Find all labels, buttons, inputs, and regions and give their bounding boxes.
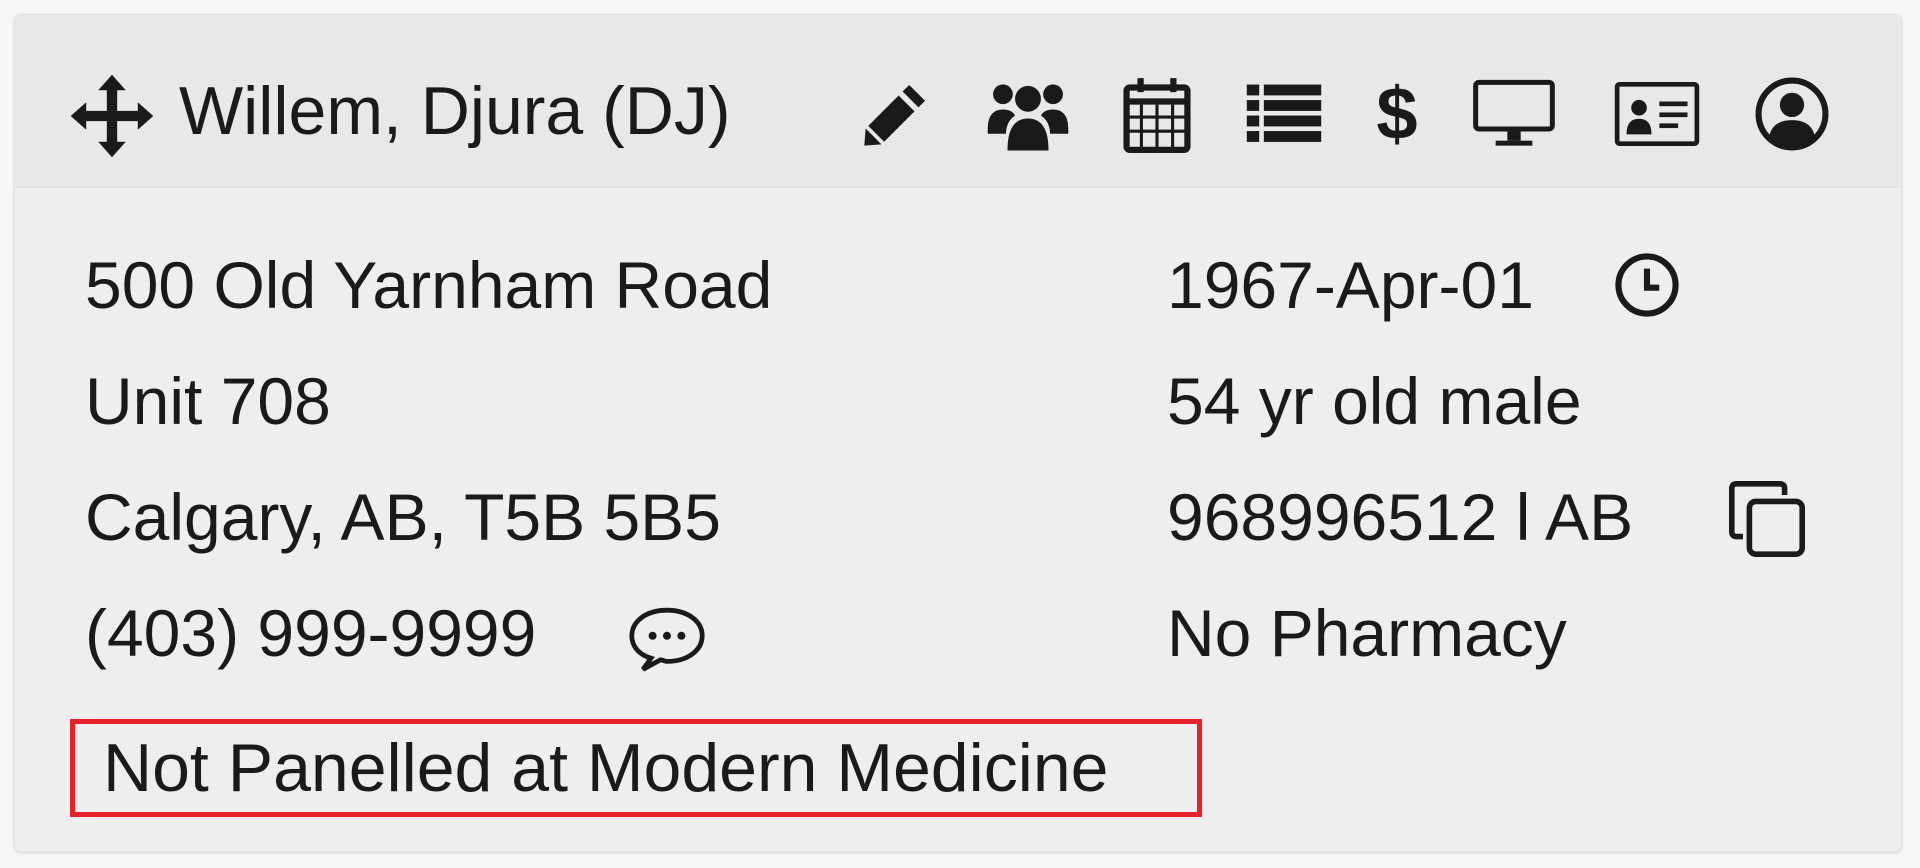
- id-card-icon[interactable]: [1613, 71, 1701, 157]
- copy-icon[interactable]: [1727, 479, 1807, 559]
- address-city-line: Calgary, AB, T5B 5B5: [85, 480, 721, 554]
- address-line1: 500 Old Yarnham Road: [85, 248, 773, 322]
- phone-number: (403) 999-9999: [85, 596, 537, 670]
- patient-card: Willem, Djura (DJ) $ 500 Old Yarnham Roa…: [14, 14, 1902, 852]
- date-of-birth: 1967-Apr-01: [1167, 248, 1534, 322]
- move-icon[interactable]: [69, 73, 155, 159]
- dollar-symbol: $: [1376, 72, 1418, 155]
- message-icon[interactable]: [627, 605, 707, 673]
- user-circle-icon[interactable]: [1753, 71, 1831, 157]
- dollar-icon[interactable]: $: [1369, 71, 1425, 157]
- patient-header: Willem, Djura (DJ) $: [15, 15, 1901, 188]
- pencil-icon[interactable]: [861, 71, 931, 157]
- panel-status-box: Not Panelled at Modern Medicine: [70, 719, 1202, 817]
- address-line2: Unit 708: [85, 364, 331, 438]
- calendar-icon[interactable]: [1119, 71, 1195, 157]
- list-icon[interactable]: [1243, 71, 1325, 157]
- patient-name: Willem, Djura (DJ): [179, 73, 731, 149]
- users-icon[interactable]: [983, 71, 1073, 157]
- panel-status-text: Not Panelled at Modern Medicine: [103, 730, 1109, 806]
- clock-icon[interactable]: [1613, 251, 1681, 319]
- monitor-icon[interactable]: [1471, 71, 1557, 157]
- health-number: 968996512 l AB: [1167, 480, 1634, 554]
- age-sex: 54 yr old male: [1167, 364, 1582, 438]
- pharmacy: No Pharmacy: [1167, 596, 1567, 670]
